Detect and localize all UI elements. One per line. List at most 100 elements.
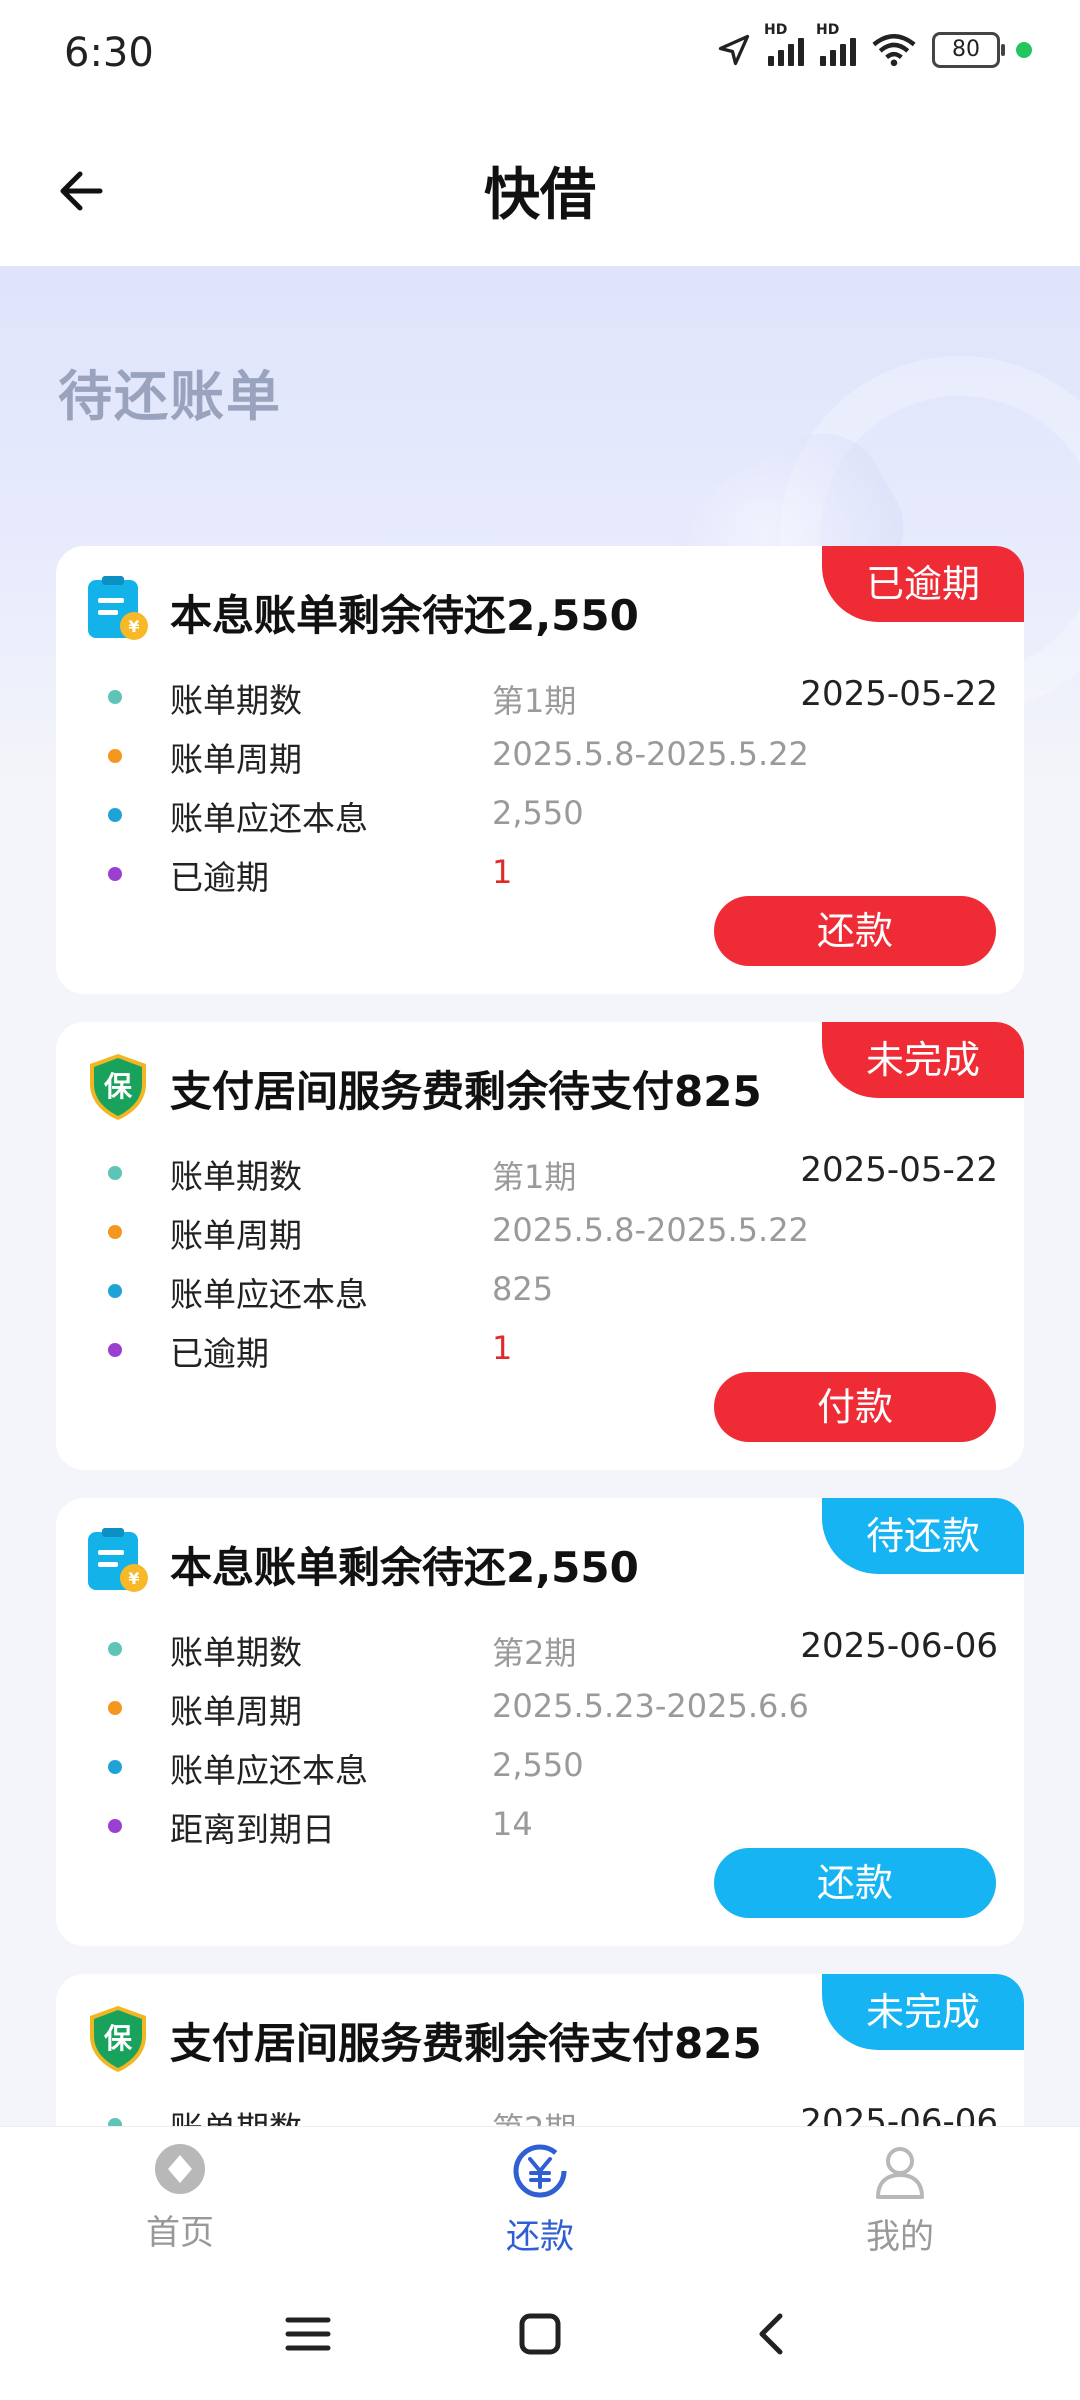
row-cycle: 账单周期 2025.5.23-2025.6.6 [108,1683,998,1742]
bullet [108,1284,122,1298]
status-badge: 已逾期 [822,546,1024,622]
row-cycle: 账单周期 2025.5.8-2025.5.22 [108,731,998,790]
repay-button[interactable]: 还款 [714,896,996,966]
bill-card: 未完成 保 支付居间服务费剩余待支付825 账单期数 第1期 2025-05-2… [56,1022,1024,1470]
card-title: 支付居间服务费剩余待支付825 [170,2019,762,2068]
status-badge: 未完成 [822,1022,1024,1098]
bill-card: 待还款 ¥ 本息账单剩余待还2,550 账单期数 第2期 2025-06-06 … [56,1498,1024,1946]
menu-icon[interactable] [278,2304,338,2364]
row-amount: 账单应还本息 825 [108,1266,998,1325]
row-value: 第1期 [492,1158,577,1196]
tab-label: 首页 [146,2213,214,2253]
row-label: 账单周期 [170,1216,302,1255]
yen-symbol: ¥ [128,1569,139,1588]
shield-icon: 保 [90,1054,146,1120]
card-title: 支付居间服务费剩余待支付825 [170,1067,762,1116]
detail-rows: 账单期数 第1期 2025-05-22 账单周期 2025.5.8-2025.5… [108,672,998,908]
shield-text: 保 [104,2022,133,2055]
back-chevron-icon[interactable] [742,2304,802,2364]
status-icons: HD HD 80 [716,22,1032,68]
bullet [108,1166,122,1180]
row-label: 账单周期 [170,740,302,779]
bill-icon: ¥ [88,576,148,640]
row-label: 已逾期 [170,1334,269,1373]
hero-title: 待还账单 [58,365,282,428]
shield-icon: 保 [90,2006,146,2072]
bullet [108,2118,122,2126]
bullet [108,867,122,881]
wifi-icon [872,34,916,67]
home-square-icon[interactable] [510,2304,570,2364]
status-bar: 6:30 HD HD 80 [0,0,1080,120]
status-time: 6:30 [64,30,154,76]
bill-card: 未完成 保 支付居间服务费剩余待支付825 账单期数 第2期 2025-06-0… [56,1974,1024,2126]
tab-repay[interactable]: 还款 [440,2141,640,2258]
bullet [108,1642,122,1656]
repay-icon [513,2144,567,2198]
row-value: 2025.5.8-2025.5.22 [492,735,809,773]
pay-button[interactable]: 付款 [714,1372,996,1442]
tab-label: 还款 [506,2217,574,2257]
detail-rows: 账单期数 第2期 2025-06-06 账单周期 2025.5.23-2025.… [108,1624,998,1860]
bill-list[interactable]: 已逾期 ¥ 本息账单剩余待还2,550 账单期数 第1期 2025-05-22 … [0,546,1080,2126]
home-icon [155,2144,205,2194]
location-arrow-icon [718,34,750,66]
row-label: 账单应还本息 [170,1275,368,1314]
signal-icon-2: HD [816,22,856,66]
row-value: 1 [492,1329,513,1367]
row-value: 2,550 [492,794,584,832]
row-label: 账单应还本息 [170,799,368,838]
row-label: 账单期数 [170,1157,302,1196]
due-date: 2025-05-22 [800,674,998,714]
bullet [108,690,122,704]
row-label: 距离到期日 [170,1810,335,1849]
privacy-indicator-dot [1016,42,1032,58]
row-label: 账单期数 [170,681,302,720]
due-date: 2025-06-06 [800,2102,998,2126]
bullet [108,749,122,763]
row-value: 第1期 [492,682,577,720]
app-header: 快借 [0,120,1080,266]
repay-button[interactable]: 还款 [714,1848,996,1918]
yen-symbol: ¥ [128,617,139,636]
row-amount: 账单应还本息 2,550 [108,1742,998,1801]
shield-text: 保 [104,1070,133,1103]
row-period: 账单期数 第1期 2025-05-22 [108,672,998,731]
bullet [108,1225,122,1239]
row-label: 账单期数 [170,1633,302,1672]
signal-icon: HD [764,22,804,66]
row-value: 825 [492,1270,554,1308]
status-badge: 待还款 [822,1498,1024,1574]
bullet [108,1343,122,1357]
detail-rows: 账单期数 第2期 2025-06-06 [108,2100,998,2126]
row-period: 账单期数 第2期 2025-06-06 [108,2100,998,2126]
tab-profile[interactable]: 我的 [800,2141,1000,2258]
row-amount: 账单应还本息 2,550 [108,790,998,849]
bill-card: 已逾期 ¥ 本息账单剩余待还2,550 账单期数 第1期 2025-05-22 … [56,546,1024,994]
bullet [108,1760,122,1774]
bullet [108,1819,122,1833]
bullet [108,808,122,822]
row-value: 第2期 [492,2104,576,2126]
page-title: 快借 [484,163,596,228]
hd-label-2: HD [816,22,840,38]
tab-home[interactable]: 首页 [80,2141,280,2254]
due-date: 2025-05-22 [800,1150,998,1190]
row-label: 账单期数 [170,2102,302,2126]
row-value: 2,550 [492,1746,584,1784]
bullet [108,1701,122,1715]
row-value: 2025.5.8-2025.5.22 [492,1211,809,1249]
row-label: 账单周期 [170,1692,302,1731]
detail-rows: 账单期数 第1期 2025-05-22 账单周期 2025.5.8-2025.5… [108,1148,998,1384]
row-label: 已逾期 [170,858,269,897]
system-nav-bar [0,2268,1080,2400]
profile-icon [876,2147,924,2199]
row-label: 账单应还本息 [170,1751,368,1790]
bottom-tab-bar: 首页 还款 我的 [0,2126,1080,2269]
tab-label: 我的 [866,2217,934,2257]
row-value: 14 [492,1805,533,1843]
card-title: 本息账单剩余待还2,550 [170,591,639,640]
row-period: 账单期数 第1期 2025-05-22 [108,1148,998,1207]
row-period: 账单期数 第2期 2025-06-06 [108,1624,998,1683]
row-value: 2025.5.23-2025.6.6 [492,1687,809,1725]
